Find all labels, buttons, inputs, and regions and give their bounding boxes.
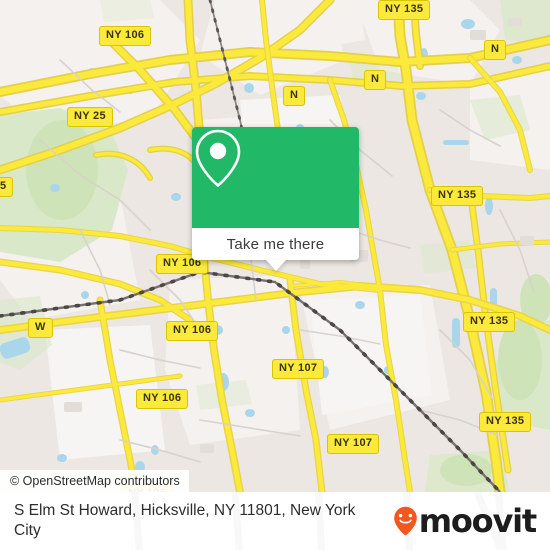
map-shield: NY 107: [327, 434, 380, 454]
location-pin-icon: [195, 129, 241, 187]
map-shield: NY 135: [431, 186, 484, 206]
map-shield: NY 106: [136, 389, 189, 409]
map-attribution[interactable]: © OpenStreetMap contributors: [0, 470, 189, 492]
map-shield: W: [28, 318, 53, 338]
map-shield: NY 25: [67, 107, 113, 127]
address-label: S Elm St Howard, Hicksville, NY 11801, N…: [14, 502, 356, 539]
map-shield: NY 135: [463, 312, 516, 332]
map-shield: N: [283, 86, 306, 106]
map-attribution-label: © OpenStreetMap contributors: [10, 474, 180, 488]
take-me-there-label: Take me there: [226, 235, 325, 253]
map-shield: N: [364, 70, 387, 90]
take-me-there-popup[interactable]: Take me there: [192, 127, 359, 271]
map-shield: NY 135: [479, 412, 532, 432]
map-shield: NY 106: [166, 321, 219, 341]
moovit-wordmark: moovit: [418, 502, 537, 540]
footer-bar: S Elm St Howard, Hicksville, NY 11801, N…: [0, 492, 550, 550]
map-shield: NY 135: [378, 0, 431, 20]
map-shield: NY 107: [272, 359, 325, 379]
popup-tail: [265, 260, 286, 271]
map-shield: N: [484, 40, 507, 60]
moovit-pin-icon: [393, 506, 418, 536]
map-shield: 5: [0, 177, 14, 197]
popup-header: [192, 127, 359, 228]
take-me-there-button[interactable]: Take me there: [192, 228, 359, 260]
moovit-logo[interactable]: moovit: [393, 502, 537, 540]
moovit-map-screenshot: NY 106 NY 135 N N N NY 25 5 NY 135 NY 10…: [0, 0, 550, 550]
map-shield: NY 106: [99, 26, 152, 46]
map-canvas[interactable]: NY 106 NY 135 N N N NY 25 5 NY 135 NY 10…: [0, 0, 550, 492]
